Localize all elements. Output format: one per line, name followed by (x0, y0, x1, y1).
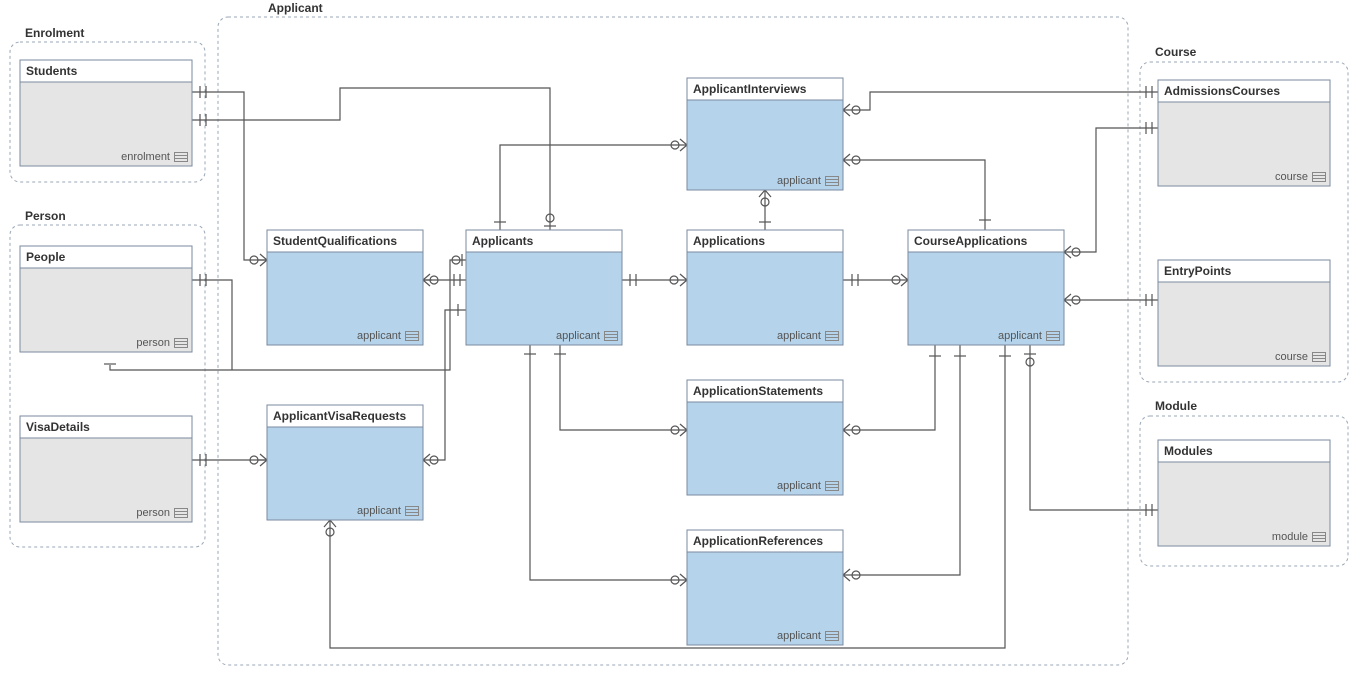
entity-visarequests-title: ApplicantVisaRequests (273, 409, 406, 423)
entity-modules-schema: module (1272, 531, 1308, 543)
entity-visadetails-schema: person (136, 507, 170, 519)
entity-visarequests-schema: applicant (357, 505, 401, 517)
conn-students-applicants (192, 88, 556, 230)
entity-statements-title: ApplicationStatements (693, 384, 823, 398)
entity-studentqualifications-schema: applicant (357, 330, 401, 342)
conn-applicants-applications (622, 274, 687, 286)
conn-courseapps-admcourses (1064, 122, 1158, 258)
entity-visadetails-title: VisaDetails (26, 420, 90, 434)
entity-modules[interactable]: Modules module (1158, 440, 1330, 546)
conn-applications-courseapps (843, 274, 908, 286)
entity-interviews-schema: applicant (777, 175, 821, 187)
entity-statements-schema: applicant (777, 480, 821, 492)
group-applicant-label: Applicant (268, 1, 323, 15)
entity-applicants-schema: applicant (556, 330, 600, 342)
er-diagram: Enrolment Person Applicant Course Module (0, 0, 1360, 676)
entity-admcourses-title: AdmissionsCourses (1164, 84, 1280, 98)
entity-applicationstatements[interactable]: ApplicationStatements applicant (687, 380, 843, 495)
entity-references-title: ApplicationReferences (693, 534, 823, 548)
entity-studentqualifications-title: StudentQualifications (273, 234, 397, 248)
entity-modules-title: Modules (1164, 444, 1213, 458)
entity-people-title: People (26, 250, 66, 264)
entity-references-schema: applicant (777, 630, 821, 642)
conn-visadetails-visarequests (192, 454, 267, 466)
entity-courseapps-title: CourseApplications (914, 234, 1028, 248)
group-enrolment-label: Enrolment (25, 26, 84, 40)
conn-interviews-courseapps (843, 154, 991, 230)
entity-applicationreferences[interactable]: ApplicationReferences applicant (687, 530, 843, 645)
entity-applicantvisarequests[interactable]: ApplicantVisaRequests applicant (267, 405, 423, 520)
entity-applicantinterviews[interactable]: ApplicantInterviews applicant (687, 78, 843, 190)
entity-studentqualifications[interactable]: StudentQualifications applicant (267, 230, 423, 345)
conn-qualifications-applicants (423, 274, 466, 286)
entity-admcourses-schema: course (1275, 171, 1308, 183)
entity-applications-title: Applications (693, 234, 765, 248)
entity-courseapps-schema: applicant (998, 330, 1042, 342)
entity-applications[interactable]: Applications applicant (687, 230, 843, 345)
entity-people[interactable]: People person (20, 246, 192, 352)
conn-applicants-references (524, 345, 687, 586)
entity-visadetails[interactable]: VisaDetails person (20, 416, 192, 522)
entity-people-schema: person (136, 337, 170, 349)
conn-references-courseapps (843, 345, 966, 581)
conn-courseapps-entrypoints (1064, 294, 1158, 306)
conn-applicants-interviews (494, 139, 687, 230)
entity-students-schema: enrolment (121, 151, 170, 163)
conn-statements-courseapps (843, 345, 941, 436)
group-module-label: Module (1155, 399, 1197, 413)
entity-applicants[interactable]: Applicants applicant (466, 230, 622, 345)
conn-interviews-courses (843, 86, 1158, 116)
entity-applications-schema: applicant (777, 330, 821, 342)
conn-applicants-statements (554, 345, 687, 436)
conn-visarequests-courseapps (324, 345, 1011, 648)
entity-admissionscourses[interactable]: AdmissionsCourses course (1158, 80, 1330, 186)
conn-courseapps-modules (1024, 345, 1158, 516)
entity-students[interactable]: Students enrolment (20, 60, 192, 166)
conn-applications-interviews (759, 190, 771, 230)
group-course-label: Course (1155, 45, 1197, 59)
conn-applicants-visarequests (423, 304, 466, 466)
entity-courseapplications[interactable]: CourseApplications applicant (908, 230, 1064, 345)
entity-applicants-title: Applicants (472, 234, 534, 248)
group-person-label: Person (25, 209, 66, 223)
entity-entrypoints-schema: course (1275, 351, 1308, 363)
entity-entrypoints-title: EntryPoints (1164, 264, 1232, 278)
entity-entrypoints[interactable]: EntryPoints course (1158, 260, 1330, 366)
entity-students-title: Students (26, 64, 78, 78)
conn-students-qualifications (192, 86, 267, 266)
entity-interviews-title: ApplicantInterviews (693, 82, 807, 96)
